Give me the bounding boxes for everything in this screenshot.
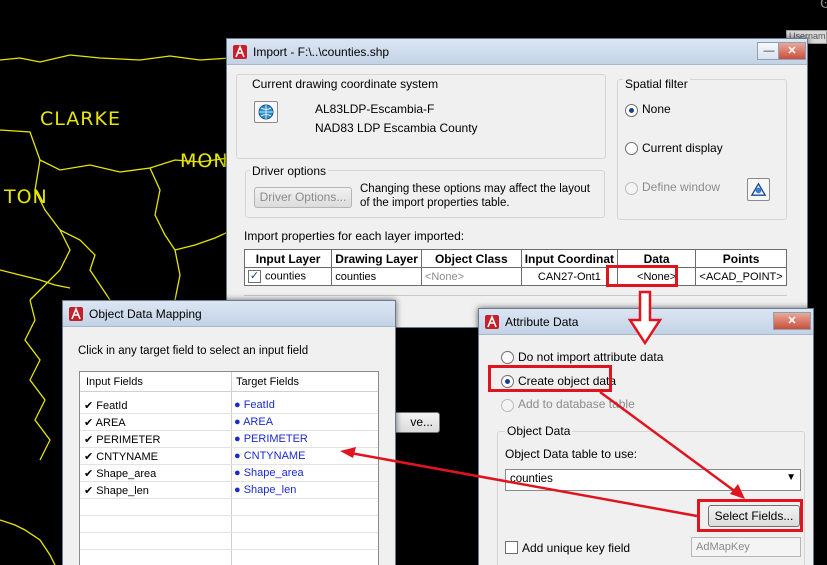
globe-icon [258, 104, 274, 120]
spatial-none-radio[interactable] [625, 104, 638, 117]
mapping-row[interactable]: ✔ FeatId ● FeatId [80, 397, 378, 414]
coord-name: NAD83 LDP Escambia County [315, 121, 478, 135]
mapping-instruction: Click in any target field to select an i… [78, 345, 309, 357]
col-input-coord: Input Coordinat [520, 249, 619, 268]
spatial-window-radio[interactable] [625, 182, 638, 195]
import-dialog: Import - F:\..\counties.shp — ✕ Current … [226, 38, 808, 328]
mapping-header: Input Fields Target Fields [80, 372, 378, 392]
unique-key-label: Add unique key field [522, 541, 631, 555]
target-field[interactable]: Shape_len [244, 484, 297, 496]
cell-drawing-layer[interactable]: counties [331, 267, 422, 286]
window-select-icon [750, 182, 767, 196]
cell-input-layer[interactable]: ✓ counties [243, 267, 333, 286]
svg-text:ʘ: ʘ [820, 0, 827, 12]
no-import-label: Do not import attribute data [518, 350, 664, 364]
spatial-none-label: None [642, 102, 671, 116]
table-select-value: counties [510, 473, 553, 485]
annotation-box-create-object-data [488, 365, 612, 392]
layer-checkbox[interactable]: ✓ [248, 270, 261, 283]
map-label-ton: TON [4, 186, 48, 208]
autocad-icon [485, 314, 499, 329]
col-object-class: Object Class [420, 249, 522, 268]
table-row[interactable]: ✓ counties counties <None> CAN27-Ont1 <No… [243, 267, 787, 286]
attribute-titlebar: Attribute Data [479, 309, 813, 335]
add-db-table-label: Add to database table [518, 397, 635, 411]
mapping-row-empty [80, 516, 378, 533]
spatial-current-radio[interactable] [625, 142, 638, 155]
mapping-title: Object Data Mapping [89, 306, 202, 321]
spatial-window-label: Define window [642, 180, 721, 194]
spatial-group-label: Spatial filter [623, 77, 690, 91]
cell-input-coord[interactable]: CAN27-Ont1 [520, 267, 619, 286]
autocad-icon [233, 44, 247, 59]
mapping-row[interactable]: ✔ Shape_area ● Shape_area [80, 465, 378, 482]
target-field[interactable]: CNTYNAME [244, 450, 306, 462]
mapping-row-empty [80, 533, 378, 550]
mapping-row[interactable]: ✔ CNTYNAME ● CNTYNAME [80, 448, 378, 465]
map-label-mon: MON [180, 150, 229, 172]
mapping-row-empty [80, 550, 378, 565]
object-data-mapping-dialog: Object Data Mapping Click in any target … [62, 300, 396, 565]
unique-key-checkbox[interactable] [505, 541, 518, 554]
coord-select-button[interactable] [254, 101, 278, 123]
import-properties-table: Input Layer Drawing Layer Object Class I… [243, 249, 787, 286]
add-db-table-radio[interactable] [501, 399, 514, 412]
coord-group-label: Current drawing coordinate system [250, 77, 441, 91]
chevron-down-icon: ▼ [786, 472, 796, 483]
driver-note-line1: Changing these options may affect the la… [360, 183, 590, 195]
target-field[interactable]: FeatId [244, 399, 275, 411]
attribute-close-button[interactable]: ✕ [773, 312, 811, 330]
mapping-grid: Input Fields Target Fields ✔ FeatId ● Fea… [79, 371, 379, 565]
driver-options-button[interactable]: Driver Options... [254, 187, 352, 208]
target-field[interactable]: Shape_area [244, 467, 304, 479]
col-target-fields: Target Fields [236, 376, 299, 388]
table-select[interactable]: counties ▼ [505, 469, 801, 491]
mapping-row[interactable]: ✔ Shape_len ● Shape_len [80, 482, 378, 499]
driver-group-label: Driver options [250, 164, 329, 178]
target-field[interactable]: PERIMETER [244, 433, 308, 445]
import-title: Import - F:\..\counties.shp [253, 44, 390, 59]
driver-note-line2: of the import properties table. [360, 197, 510, 209]
mapping-titlebar: Object Data Mapping [63, 301, 395, 327]
annotation-box-select-fields [697, 499, 803, 532]
col-input-fields: Input Fields [86, 376, 143, 388]
no-import-radio[interactable] [501, 351, 514, 364]
close-button[interactable]: ✕ [778, 42, 806, 60]
attribute-title: Attribute Data [505, 314, 579, 329]
object-data-group-label: Object Data [505, 424, 573, 438]
cell-object-class[interactable]: <None> [420, 267, 522, 286]
mapping-row[interactable]: ✔ PERIMETER ● PERIMETER [80, 431, 378, 448]
import-props-label: Import properties for each layer importe… [244, 229, 465, 243]
col-drawing-layer: Drawing Layer [331, 249, 422, 268]
unique-key-field[interactable]: AdMapKey [691, 537, 801, 557]
define-window-button[interactable] [747, 178, 770, 201]
table-label: Object Data table to use: [505, 447, 638, 461]
col-points: Points [695, 249, 787, 268]
coord-code: AL83LDP-Escambia-F [315, 102, 435, 116]
map-label-clarke: CLARKE [40, 108, 121, 130]
cell-points[interactable]: <ACAD_POINT> [695, 267, 787, 286]
autocad-icon [69, 306, 83, 321]
import-titlebar: Import - F:\..\counties.shp [227, 39, 807, 65]
annotation-box-data-cell [606, 265, 678, 287]
spatial-current-label: Current display [642, 141, 723, 155]
col-input-layer: Input Layer [243, 249, 333, 268]
mapping-row[interactable]: ✔ AREA ● AREA [80, 414, 378, 431]
target-field[interactable]: AREA [243, 416, 273, 428]
mapping-row-empty [80, 499, 378, 516]
